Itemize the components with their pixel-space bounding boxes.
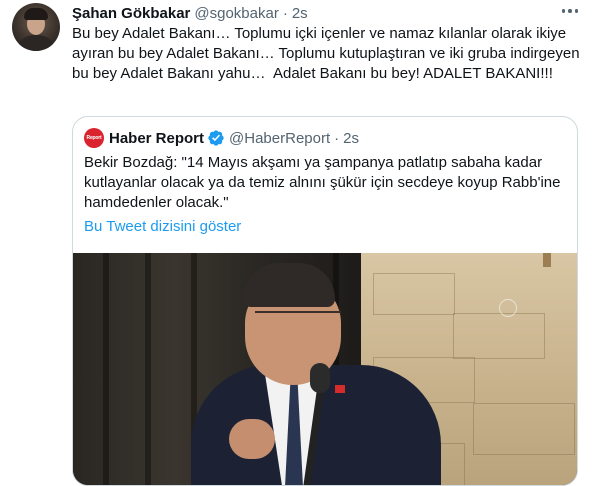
microphone-icon [310, 363, 330, 393]
verified-badge-icon [208, 130, 224, 146]
quoted-author-handle[interactable]: @HaberReport [229, 130, 330, 147]
quoted-tweet-video[interactable] [73, 253, 577, 485]
quoted-author-avatar[interactable]: Report [84, 128, 104, 148]
author-name[interactable]: Şahan Gökbakar [72, 5, 190, 22]
author-handle[interactable]: @sgokbakar [194, 5, 278, 22]
separator-dot: · [282, 4, 288, 22]
flag-pin-icon [335, 385, 345, 393]
separator-dot: · [334, 129, 340, 147]
quoted-tweet[interactable]: Report Haber Report @HaberReport · 2s Be… [72, 116, 578, 486]
show-thread-link[interactable]: Bu Tweet dizisini göster [84, 217, 241, 237]
more-horizontal-icon[interactable] [558, 0, 582, 22]
quoted-tweet-header: Report Haber Report @HaberReport · 2s [84, 128, 359, 148]
author-avatar[interactable] [12, 3, 60, 51]
tweet-text: Bu bey Adalet Bakanı… Toplumu içki içenl… [72, 25, 584, 82]
quoted-tweet-text: Bekir Bozdağ: "14 Mayıs akşamı ya şampan… [84, 154, 561, 211]
broadcaster-watermark-icon [499, 299, 517, 317]
quoted-tweet-timestamp[interactable]: 2s [343, 130, 359, 147]
quoted-author-name[interactable]: Haber Report [109, 130, 204, 147]
tweet-timestamp[interactable]: 2s [292, 5, 308, 22]
tweet-header: Şahan Gökbakar @sgokbakar · 2s [72, 3, 308, 23]
